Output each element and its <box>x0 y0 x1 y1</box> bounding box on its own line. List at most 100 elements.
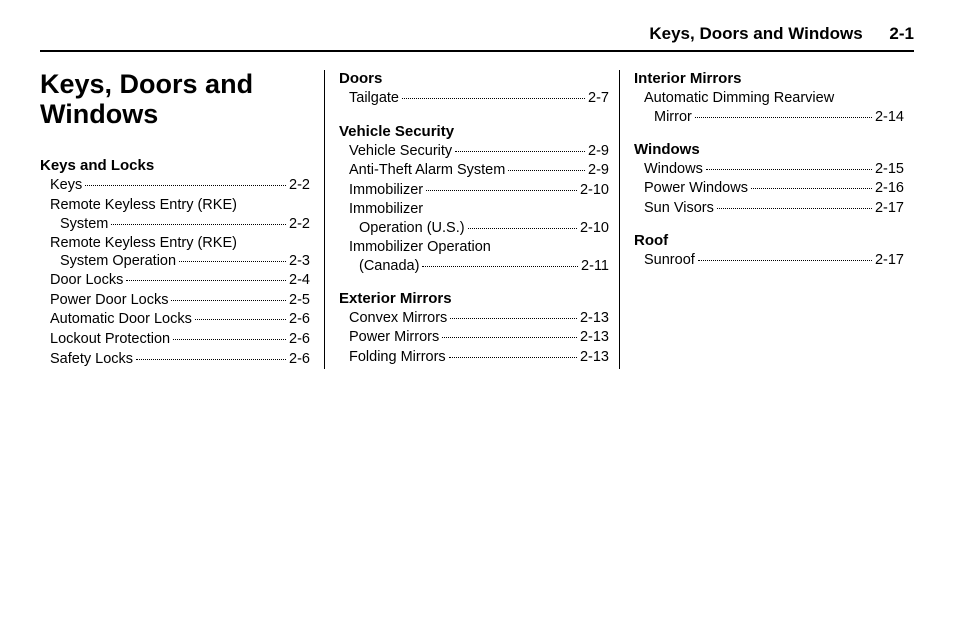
toc-entry-page: 2-15 <box>875 160 904 180</box>
toc-entry-page: 2-16 <box>875 179 904 199</box>
toc-entry-label: Sunroof <box>644 251 695 271</box>
header-page-number: 2-1 <box>889 24 914 43</box>
toc-entry-page: 2-11 <box>581 257 609 276</box>
dot-leader <box>179 261 286 262</box>
column-2: Doors Tailgate 2-7 Vehicle Security Vehi… <box>324 70 619 369</box>
toc-entry-page: 2-6 <box>289 330 310 350</box>
toc-entry: Automatic Door Locks 2-6 <box>40 310 310 330</box>
section-heading: Interior Mirrors <box>634 70 904 87</box>
toc-entry-label: Safety Locks <box>50 350 133 370</box>
toc-entry-page: 2-3 <box>289 252 310 271</box>
toc-entry-label: Power Door Locks <box>50 291 168 311</box>
toc-entry-label-cont: Mirror <box>654 108 692 127</box>
dot-leader <box>450 318 577 319</box>
dot-leader <box>695 117 872 118</box>
toc-entry-label: Door Locks <box>50 271 123 291</box>
toc-entry-page: 2-13 <box>580 328 609 348</box>
toc-entry-label-cont: System Operation <box>60 252 176 271</box>
toc-entry: Sunroof 2-17 <box>634 251 904 271</box>
toc-entry: Automatic Dimming Rearview Mirror 2-14 <box>634 89 904 127</box>
dot-leader <box>136 359 286 360</box>
dot-leader <box>171 300 286 301</box>
toc-entry-label: Keys <box>50 176 82 196</box>
toc-entry-label: Windows <box>644 160 703 180</box>
dot-leader <box>717 208 872 209</box>
toc-entry-page: 2-7 <box>588 89 609 109</box>
toc-entry-page: 2-6 <box>289 310 310 330</box>
section-heading: Keys and Locks <box>40 157 310 174</box>
toc-entry-label: Convex Mirrors <box>349 309 447 329</box>
toc-entry: Immobilizer Operation (U.S.) 2-10 <box>339 200 609 238</box>
toc-entry-label: Folding Mirrors <box>349 348 446 368</box>
dot-leader <box>751 188 872 189</box>
toc-entry-label: Immobilizer Operation <box>349 238 609 257</box>
dot-leader <box>402 98 585 99</box>
toc-entry: Folding Mirrors 2-13 <box>339 348 609 368</box>
toc-entry-label-cont: (Canada) <box>359 257 419 276</box>
page-header: Keys, Doors and Windows 2-1 <box>40 24 914 52</box>
dot-leader <box>449 357 577 358</box>
toc-entry-label: Tailgate <box>349 89 399 109</box>
toc-entry-page: 2-13 <box>580 348 609 368</box>
toc-entry: Safety Locks 2-6 <box>40 350 310 370</box>
toc-entry-page: 2-4 <box>289 271 310 291</box>
toc-entry: Vehicle Security 2-9 <box>339 142 609 162</box>
column-3: Interior Mirrors Automatic Dimming Rearv… <box>619 70 914 369</box>
toc-entry: Power Mirrors 2-13 <box>339 328 609 348</box>
toc-entry: Power Windows 2-16 <box>634 179 904 199</box>
section-heading: Exterior Mirrors <box>339 290 609 307</box>
toc-entry: Convex Mirrors 2-13 <box>339 309 609 329</box>
toc-entry-label-cont: System <box>60 215 108 234</box>
toc-entry-label: Sun Visors <box>644 199 714 219</box>
toc-entry-label: Immobilizer <box>349 181 423 201</box>
toc-entry-label: Automatic Dimming Rearview <box>644 89 904 108</box>
dot-leader <box>468 228 577 229</box>
toc-columns: Keys, Doors and Windows Keys and Locks K… <box>40 70 914 369</box>
section-heading: Windows <box>634 141 904 158</box>
dot-leader <box>126 280 286 281</box>
toc-entry: Keys 2-2 <box>40 176 310 196</box>
dot-leader <box>455 151 585 152</box>
toc-entry-page: 2-14 <box>875 108 904 127</box>
dot-leader <box>698 260 872 261</box>
toc-entry-page: 2-10 <box>580 219 609 238</box>
toc-entry-page: 2-9 <box>588 161 609 181</box>
toc-entry-label: Remote Keyless Entry (RKE) <box>50 234 310 253</box>
section-heading: Vehicle Security <box>339 123 609 140</box>
toc-entry-page: 2-2 <box>289 215 310 234</box>
toc-entry-label: Immobilizer <box>349 200 609 219</box>
dot-leader <box>85 185 286 186</box>
toc-entry: Remote Keyless Entry (RKE) System Operat… <box>40 234 310 272</box>
toc-entry: Windows 2-15 <box>634 160 904 180</box>
toc-entry: Anti-Theft Alarm System 2-9 <box>339 161 609 181</box>
dot-leader <box>426 190 577 191</box>
toc-entry-label: Power Mirrors <box>349 328 439 348</box>
header-title: Keys, Doors and Windows <box>649 24 862 43</box>
toc-entry: Immobilizer Operation (Canada) 2-11 <box>339 238 609 276</box>
toc-entry-label: Remote Keyless Entry (RKE) <box>50 196 310 215</box>
toc-entry: Immobilizer 2-10 <box>339 181 609 201</box>
toc-entry-label: Automatic Door Locks <box>50 310 192 330</box>
toc-entry-label-cont: Operation (U.S.) <box>359 219 465 238</box>
chapter-title: Keys, Doors and Windows <box>40 70 310 129</box>
dot-leader <box>111 224 286 225</box>
toc-entry: Remote Keyless Entry (RKE) System 2-2 <box>40 196 310 234</box>
toc-entry-page: 2-13 <box>580 309 609 329</box>
toc-entry-page: 2-9 <box>588 142 609 162</box>
toc-entry-page: 2-5 <box>289 291 310 311</box>
dot-leader <box>195 319 286 320</box>
toc-entry-label: Anti-Theft Alarm System <box>349 161 505 181</box>
dot-leader <box>706 169 872 170</box>
toc-entry: Lockout Protection 2-6 <box>40 330 310 350</box>
toc-entry-label: Vehicle Security <box>349 142 452 162</box>
toc-entry: Sun Visors 2-17 <box>634 199 904 219</box>
toc-entry-page: 2-10 <box>580 181 609 201</box>
toc-entry-page: 2-17 <box>875 251 904 271</box>
section-heading: Doors <box>339 70 609 87</box>
toc-entry: Power Door Locks 2-5 <box>40 291 310 311</box>
toc-entry: Tailgate 2-7 <box>339 89 609 109</box>
dot-leader <box>442 337 577 338</box>
column-1: Keys, Doors and Windows Keys and Locks K… <box>40 70 324 369</box>
dot-leader <box>422 266 578 267</box>
toc-entry: Door Locks 2-4 <box>40 271 310 291</box>
